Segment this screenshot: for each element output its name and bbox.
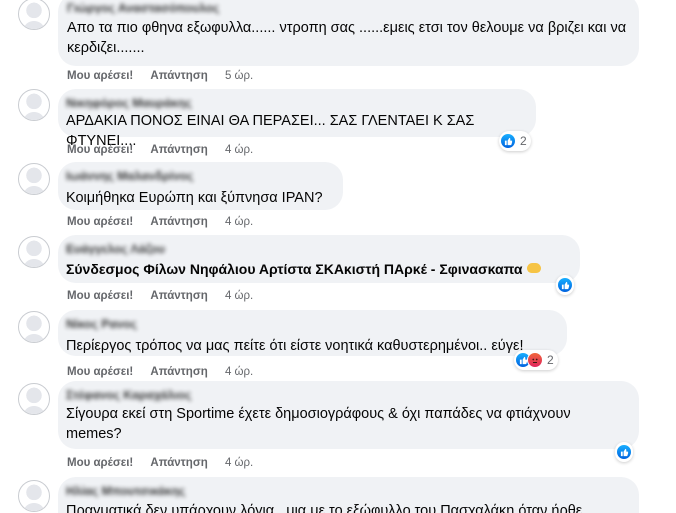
comment-actions: Μου αρέσει! Απάντηση 4 ώρ.: [67, 215, 253, 229]
comment-actions: Μου αρέσει! Απάντηση 4 ώρ.: [67, 365, 253, 379]
avatar[interactable]: [18, 236, 50, 268]
reaction-count: 2: [520, 134, 527, 148]
avatar[interactable]: [18, 0, 50, 30]
comment-author[interactable]: Στέφανος Καραχάλιος: [66, 389, 627, 401]
like-icon: [557, 277, 573, 293]
comment-author[interactable]: Ευάγγελος Λάζου: [66, 243, 568, 255]
reaction-summary[interactable]: 2: [499, 131, 531, 151]
comment-text: Περίεργος τρόπος να μας πείτε ότι είστε …: [66, 338, 524, 354]
reaction-count: 2: [547, 353, 554, 367]
avatar[interactable]: [18, 480, 50, 512]
comment-time[interactable]: 5 ώρ.: [225, 70, 253, 82]
like-button[interactable]: Μου αρέσει!: [67, 457, 133, 469]
comment-actions: Μου αρέσει! Απάντηση 4 ώρ.: [67, 456, 253, 470]
like-icon: [616, 444, 632, 460]
like-icon: [500, 133, 516, 149]
like-button[interactable]: Μου αρέσει!: [67, 144, 133, 156]
like-button[interactable]: Μου αρέσει!: [67, 366, 133, 378]
reply-button[interactable]: Απάντηση: [150, 216, 207, 228]
comment-text: Απο τα πιο φθηνα εξωφυλλα...... ντροπη σ…: [67, 20, 627, 56]
reply-button[interactable]: Απάντηση: [150, 70, 207, 82]
avatar[interactable]: [18, 89, 50, 121]
comment-time[interactable]: 4 ώρ.: [225, 457, 253, 469]
comment-time[interactable]: 4 ώρ.: [225, 144, 253, 156]
comment-author[interactable]: Νικηφόρος Μαυράκης: [66, 97, 524, 109]
comment-time[interactable]: 4 ώρ.: [225, 216, 253, 228]
comment-bubble: Ηλίας Μπουτσικάκης Πραγματικά δεν υπάρχο…: [58, 477, 639, 513]
comment-text-content: Σύνδεσμος Φίλων Νηφάλιου Αρτίστα ΣΚΑκιστ…: [66, 261, 523, 277]
comment-text: Πραγματικά δεν υπάρχουν λόγια...μια με τ…: [66, 503, 583, 513]
comment-bubble: Νίκος Ρανος Περίεργος τρόπος να μας πείτ…: [58, 310, 567, 356]
comment-bubble: Στέφανος Καραχάλιος Σίγουρα εκεί στη Spo…: [58, 381, 639, 449]
comment-author[interactable]: Νίκος Ρανος: [66, 318, 555, 330]
angry-icon: [527, 352, 543, 368]
reaction-summary[interactable]: 2: [514, 350, 558, 370]
comment-text: Σύνδεσμος Φίλων Νηφάλιου Αρτίστα ΣΚΑκιστ…: [66, 259, 568, 279]
comment-text: Σίγουρα εκεί στη Sportime έχετε δημοσιογ…: [66, 406, 571, 442]
avatar[interactable]: [18, 163, 50, 195]
reply-button[interactable]: Απάντηση: [150, 366, 207, 378]
emoji-icon: [526, 263, 541, 274]
reply-button[interactable]: Απάντηση: [150, 457, 207, 469]
comment-actions: Μου αρέσει! Απάντηση 4 ώρ.: [67, 143, 253, 157]
comment-time[interactable]: 4 ώρ.: [225, 290, 253, 302]
reply-button[interactable]: Απάντηση: [150, 290, 207, 302]
comment-bubble: Ευάγγελος Λάζου Σύνδεσμος Φίλων Νηφάλιου…: [58, 235, 580, 283]
like-button[interactable]: Μου αρέσει!: [67, 70, 133, 82]
comment-bubble: Γιώργος Αναστασόπουλος Απο τα πιο φθηνα …: [58, 0, 639, 66]
comment-author[interactable]: Ιωάννης Μαλανδρίνος: [66, 170, 331, 182]
avatar[interactable]: [18, 311, 50, 343]
reaction-summary[interactable]: [556, 275, 574, 295]
comment-bubble: Ιωάννης Μαλανδρίνος Κοιμήθηκα Ευρώπη και…: [58, 162, 343, 210]
comment-bubble: Νικηφόρος Μαυράκης ΑΡΔΑΚΙΑ ΠΟΝΟΣ ΕΙΝΑΙ Θ…: [58, 89, 536, 149]
like-button[interactable]: Μου αρέσει!: [67, 216, 133, 228]
comment-actions: Μου αρέσει! Απάντηση 4 ώρ.: [67, 289, 253, 303]
comment-author[interactable]: Γιώργος Αναστασόπουλος: [67, 2, 627, 14]
comment-actions: Μου αρέσει! Απάντηση 5 ώρ.: [67, 69, 253, 83]
comment-author[interactable]: Ηλίας Μπουτσικάκης: [66, 485, 627, 497]
reaction-summary[interactable]: [615, 442, 633, 462]
reply-button[interactable]: Απάντηση: [150, 144, 207, 156]
comment-text: Κοιμήθηκα Ευρώπη και ξύπνησα ΙΡΑΝ?: [66, 190, 323, 206]
comment-time[interactable]: 4 ώρ.: [225, 366, 253, 378]
avatar[interactable]: [18, 383, 50, 415]
like-button[interactable]: Μου αρέσει!: [67, 290, 133, 302]
